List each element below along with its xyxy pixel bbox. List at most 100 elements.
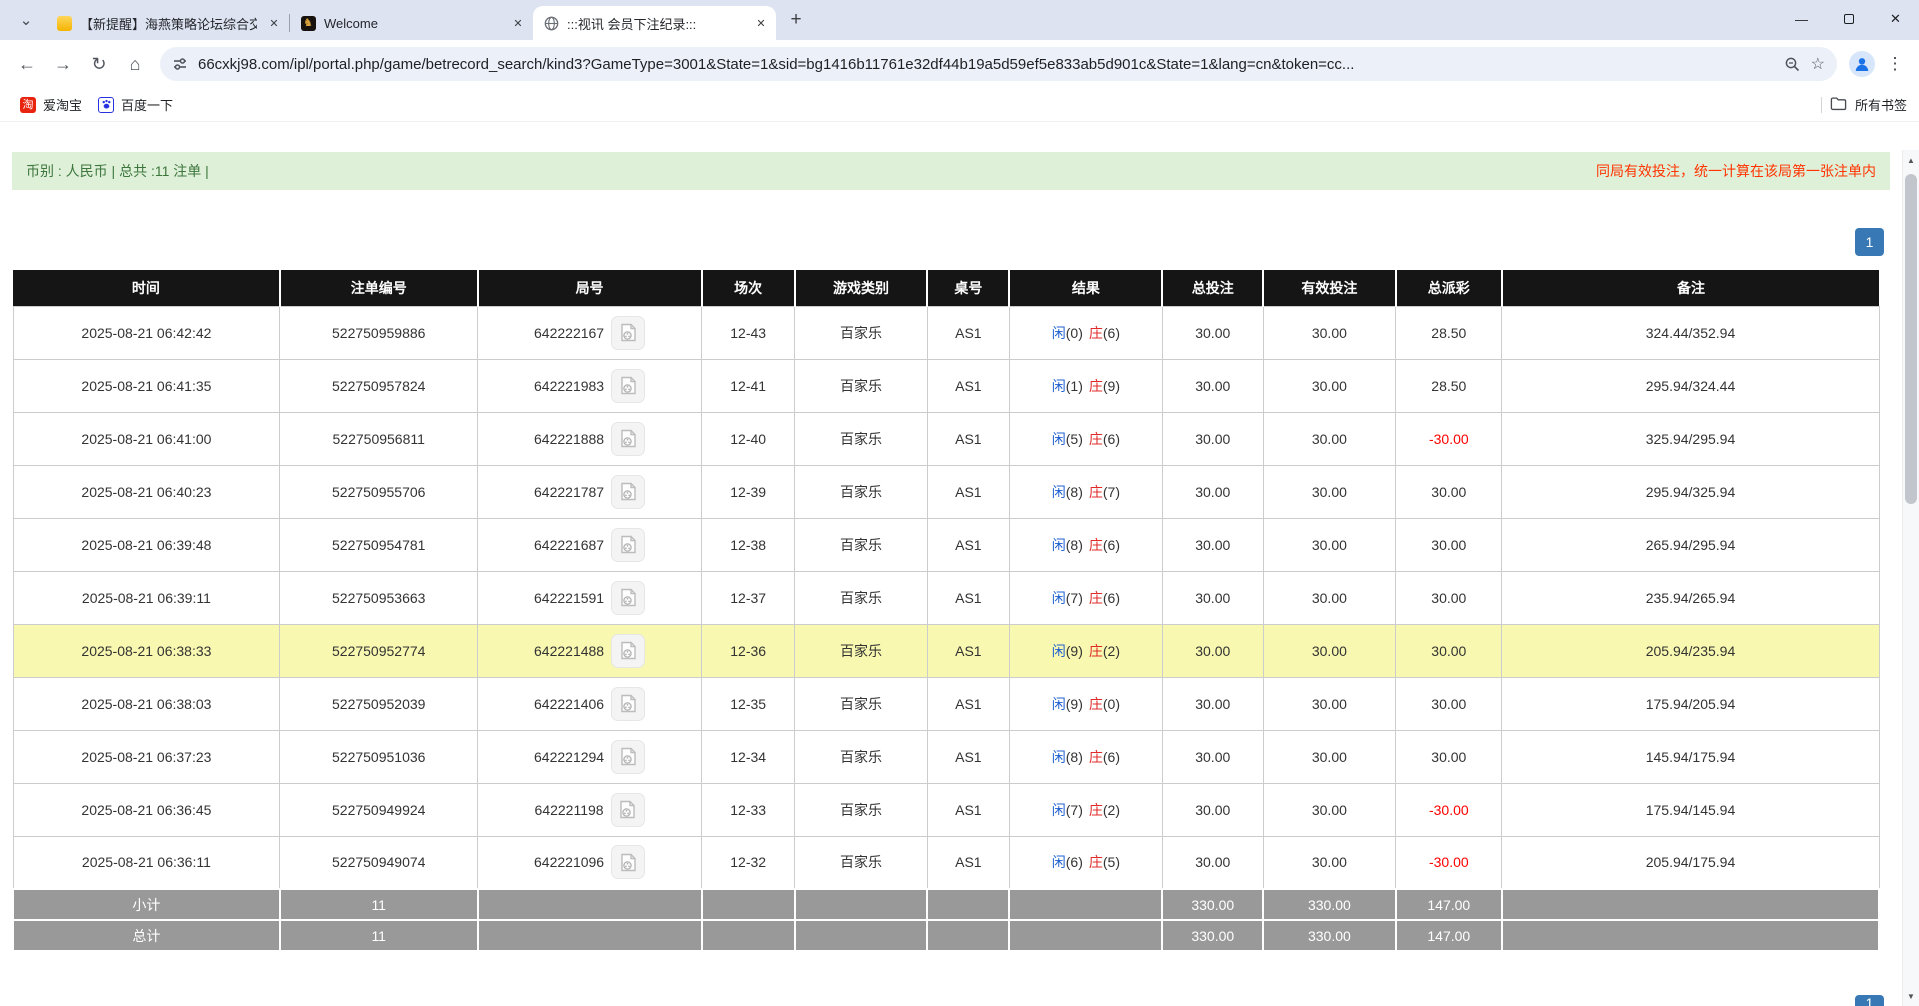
summary-bar: 币别 : 人民币 | 总共 :11 注单 | 同局有效投注，统一计算在该局第一张… [12,152,1890,190]
cell-table-no: AS1 [927,306,1009,359]
bookmark-baidu[interactable]: 百度一下 [90,92,181,118]
cell-result: 闲(8)庄(7) [1009,465,1162,518]
close-window-button[interactable]: ✕ [1872,0,1919,38]
cell-total-bet-link[interactable]: 30.00 [1162,624,1263,677]
cell-bet-no: 522750952039 [280,677,478,730]
cell-time: 2025-08-21 06:42:42 [13,306,280,359]
cell-bet-no: 522750953663 [280,571,478,624]
bookmarks-bar: 淘 爱淘宝 百度一下 所有书签 [0,88,1919,122]
result-banker-label: 庄 [1089,325,1103,341]
table-row[interactable]: 2025-08-21 06:38:03 522750952039 6422214… [13,677,1879,730]
cell-game-type: 百家乐 [795,730,927,783]
scroll-up-icon[interactable]: ▲ [1903,152,1919,168]
cell-time: 2025-08-21 06:40:23 [13,465,280,518]
cell-total-bet-link[interactable]: 30.00 [1162,571,1263,624]
table-row[interactable]: 2025-08-21 06:36:11 522750949074 6422210… [13,836,1879,889]
result-player-value: (5) [1066,431,1083,447]
tab-welcome[interactable]: ♞ Welcome ✕ [290,6,533,40]
address-bar[interactable]: 66cxkj98.com/ipl/portal.php/game/betreco… [160,47,1837,81]
video-replay-icon[interactable] [611,422,645,456]
table-row[interactable]: 2025-08-21 06:41:00 522750956811 6422218… [13,412,1879,465]
cell-total-bet-link[interactable]: 30.00 [1162,518,1263,571]
maximize-button[interactable] [1825,0,1872,38]
result-player-value: (7) [1066,802,1083,818]
tab-bet-records-active[interactable]: :::视讯 会员下注纪录::: ✕ [533,6,776,40]
cell-payout: 30.00 [1396,624,1502,677]
result-banker-label: 庄 [1089,696,1103,712]
result-banker-label: 庄 [1089,537,1103,553]
scroll-down-icon[interactable]: ▼ [1903,988,1919,1004]
tab-title: :::视讯 会员下注纪录::: [567,14,744,33]
tab-forum[interactable]: 【新提醒】海燕策略论坛综合交 ✕ [46,6,289,40]
cell-table-no: AS1 [927,783,1009,836]
welcome-favicon-icon: ♞ [300,15,316,31]
table-row[interactable]: 2025-08-21 06:42:42 522750959886 6422221… [13,306,1879,359]
site-settings-icon[interactable] [172,56,188,72]
pagination-page-1[interactable]: 1 [1855,228,1884,256]
pagination-page-1-bottom[interactable]: 1 [1855,995,1884,1006]
page-scrollbar[interactable]: ▲ ▼ [1902,150,1919,1006]
table-row[interactable]: 2025-08-21 06:39:11 522750953663 6422215… [13,571,1879,624]
cell-round-no: 642221406 [478,677,702,730]
result-player-value: (8) [1066,749,1083,765]
video-replay-icon[interactable] [611,793,645,827]
table-row[interactable]: 2025-08-21 06:36:45 522750949924 6422211… [13,783,1879,836]
cell-valid-bet: 30.00 [1263,412,1395,465]
all-bookmarks-label[interactable]: 所有书签 [1855,95,1907,114]
cell-round-no: 642221198 [478,783,702,836]
table-row[interactable]: 2025-08-21 06:38:33 522750952774 6422214… [13,624,1879,677]
table-row[interactable]: 2025-08-21 06:37:23 522750951036 6422212… [13,730,1879,783]
cell-total-bet-link[interactable]: 30.00 [1162,359,1263,412]
bookmark-taobao[interactable]: 淘 爱淘宝 [12,92,90,118]
video-replay-icon[interactable] [611,369,645,403]
cell-total-bet-link[interactable]: 30.00 [1162,465,1263,518]
table-row[interactable]: 2025-08-21 06:40:23 522750955706 6422217… [13,465,1879,518]
result-banker-value: (5) [1103,854,1120,870]
cell-total-bet-link[interactable]: 30.00 [1162,412,1263,465]
table-row[interactable]: 2025-08-21 06:39:48 522750954781 6422216… [13,518,1879,571]
round-number: 642221591 [534,590,604,606]
cell-bet-no: 522750954781 [280,518,478,571]
reload-button[interactable]: ↻ [82,47,116,81]
video-replay-icon[interactable] [611,475,645,509]
home-button[interactable]: ⌂ [118,47,152,81]
cell-total-bet-link[interactable]: 30.00 [1162,306,1263,359]
round-number: 642221687 [534,537,604,553]
browser-menu-icon[interactable]: ⋮ [1881,50,1909,78]
header-total-bet: 总投注 [1162,270,1263,306]
scrollbar-thumb[interactable] [1905,174,1917,504]
video-replay-icon[interactable] [611,634,645,668]
bookmark-star-icon[interactable]: ☆ [1811,54,1825,74]
cell-valid-bet: 30.00 [1263,359,1395,412]
cell-time: 2025-08-21 06:37:23 [13,730,280,783]
video-replay-icon[interactable] [611,316,645,350]
table-row[interactable]: 2025-08-21 06:41:35 522750957824 6422219… [13,359,1879,412]
cell-game-type: 百家乐 [795,783,927,836]
video-replay-icon[interactable] [611,528,645,562]
minimize-button[interactable]: — [1778,0,1825,38]
video-replay-icon[interactable] [611,845,645,879]
cell-total-bet-link[interactable]: 30.00 [1162,783,1263,836]
new-tab-button[interactable]: + [782,6,810,34]
video-replay-icon[interactable] [611,581,645,615]
cell-total-bet-link[interactable]: 30.00 [1162,730,1263,783]
zoom-icon[interactable] [1784,56,1801,73]
video-replay-icon[interactable] [611,740,645,774]
close-tab-icon[interactable]: ✕ [752,14,770,32]
result-banker-value: (6) [1103,749,1120,765]
close-tab-icon[interactable]: ✕ [265,14,283,32]
tab-search-chevron-icon[interactable]: ⌄ [12,6,40,34]
profile-avatar[interactable] [1849,51,1875,77]
cell-total-bet-link[interactable]: 30.00 [1162,677,1263,730]
video-replay-icon[interactable] [611,687,645,721]
close-tab-icon[interactable]: ✕ [509,14,527,32]
url-text[interactable]: 66cxkj98.com/ipl/portal.php/game/betreco… [198,56,1774,73]
back-button[interactable]: ← [10,47,44,81]
cell-bet-no: 522750957824 [280,359,478,412]
cell-bet-no: 522750951036 [280,730,478,783]
cell-total-bet-link[interactable]: 30.00 [1162,836,1263,889]
cell-result: 闲(7)庄(6) [1009,571,1162,624]
forward-button[interactable]: → [46,47,80,81]
header-result: 结果 [1009,270,1162,306]
cell-time: 2025-08-21 06:38:33 [13,624,280,677]
